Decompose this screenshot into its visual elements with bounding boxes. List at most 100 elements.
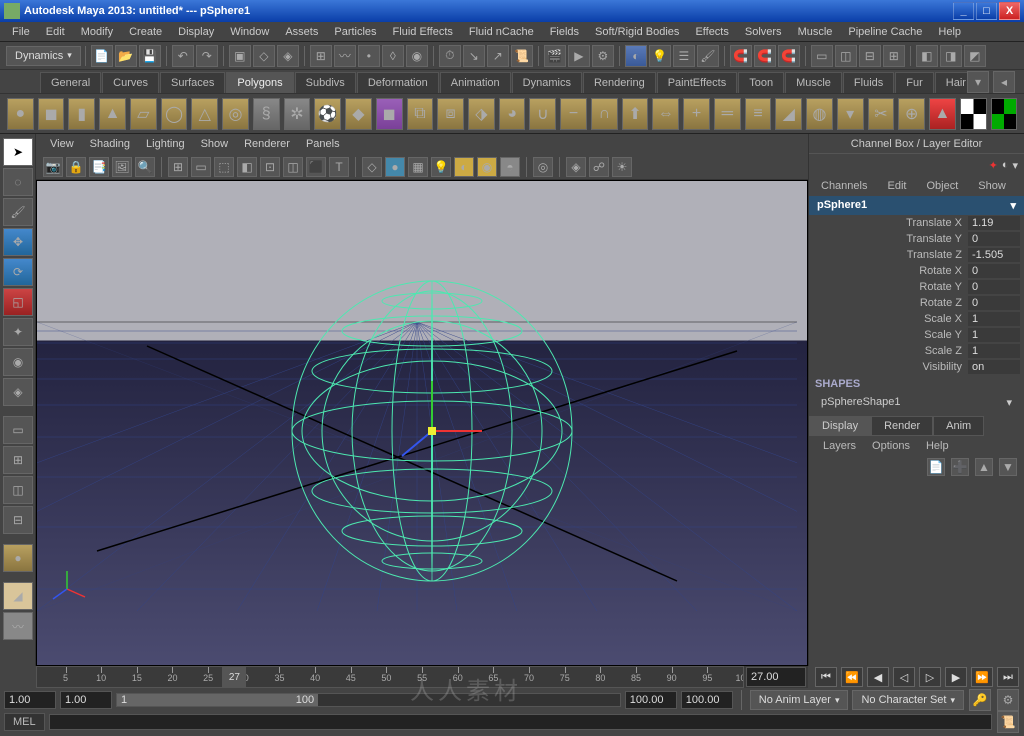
step-forward-key-icon[interactable]: ⏩ bbox=[971, 667, 993, 687]
menu-display[interactable]: Display bbox=[170, 24, 222, 40]
hypershade-icon[interactable]: ◐ bbox=[625, 45, 647, 67]
window-minimize-button[interactable]: _ bbox=[953, 2, 974, 20]
panel-layout-4-icon[interactable]: ⊞ bbox=[883, 45, 905, 67]
outliner-icon[interactable]: 〰 bbox=[3, 612, 33, 640]
layer-list[interactable] bbox=[809, 478, 1024, 578]
attr-row[interactable]: Visibilityon bbox=[809, 359, 1024, 375]
redo-icon[interactable]: ↷ bbox=[196, 45, 218, 67]
four-pane-layout-icon[interactable]: ⊞ bbox=[3, 446, 33, 474]
vpmenu-lighting[interactable]: Lighting bbox=[138, 136, 193, 152]
vpmenu-renderer[interactable]: Renderer bbox=[236, 136, 298, 152]
vp-hq-icon[interactable]: ◉ bbox=[477, 157, 497, 177]
cb-settings-icon[interactable]: ▾ bbox=[1012, 159, 1018, 172]
poly-cube-icon[interactable]: ◼ bbox=[38, 98, 65, 130]
soft-mod-tool-icon[interactable]: ◉ bbox=[3, 348, 33, 376]
vp-shaded-icon[interactable]: ● bbox=[385, 157, 405, 177]
vp-film-gate-icon[interactable]: ▭ bbox=[191, 157, 211, 177]
snap-grid-icon[interactable]: ⊞ bbox=[310, 45, 332, 67]
fill-hole-icon[interactable]: ◍ bbox=[806, 98, 833, 130]
menu-edit[interactable]: Edit bbox=[38, 24, 73, 40]
extrude-icon[interactable]: ⬆ bbox=[622, 98, 649, 130]
perspective-viewport[interactable] bbox=[36, 180, 808, 666]
layer-menu-help[interactable]: Help bbox=[918, 438, 957, 454]
select-tool-icon[interactable]: ➤ bbox=[3, 138, 33, 166]
range-slider[interactable]: 1100 bbox=[116, 693, 621, 707]
menu-particles[interactable]: Particles bbox=[326, 24, 384, 40]
range-start-outer-field[interactable] bbox=[4, 691, 56, 709]
attr-value[interactable]: 1 bbox=[968, 328, 1020, 342]
outputs-icon[interactable]: ↗ bbox=[487, 45, 509, 67]
menu-modify[interactable]: Modify bbox=[73, 24, 121, 40]
vp-resolution-gate-icon[interactable]: ⬚ bbox=[214, 157, 234, 177]
menu-pipelinecache[interactable]: Pipeline Cache bbox=[840, 24, 930, 40]
panel-layout-2-icon[interactable]: ◫ bbox=[835, 45, 857, 67]
vp-gate-mask-icon[interactable]: ◧ bbox=[237, 157, 257, 177]
vp-select-camera-icon[interactable]: 📷 bbox=[43, 157, 63, 177]
vp-joints-icon[interactable]: ☍ bbox=[589, 157, 609, 177]
vp-isolate-icon[interactable]: ◎ bbox=[533, 157, 553, 177]
vpmenu-show[interactable]: Show bbox=[193, 136, 237, 152]
magnet-z-icon[interactable]: 🧲 bbox=[778, 45, 800, 67]
vp-shadows-icon[interactable]: ◐ bbox=[454, 157, 474, 177]
play-forward-icon[interactable]: ▷ bbox=[919, 667, 941, 687]
paint-effects-icon[interactable]: 🖌 bbox=[697, 45, 719, 67]
snap-live-icon[interactable]: ◉ bbox=[406, 45, 428, 67]
menu-window[interactable]: Window bbox=[222, 24, 277, 40]
layer-down-icon[interactable]: ▼ bbox=[999, 458, 1017, 476]
vp-image-plane-icon[interactable]: 🖼 bbox=[112, 157, 132, 177]
attr-value[interactable]: 1.19 bbox=[968, 216, 1020, 230]
attr-row[interactable]: Scale Y1 bbox=[809, 327, 1024, 343]
snap-point-icon[interactable]: • bbox=[358, 45, 380, 67]
vp-lock-camera-icon[interactable]: 🔒 bbox=[66, 157, 86, 177]
two-pane-stack-layout-icon[interactable]: ⊟ bbox=[3, 506, 33, 534]
merge-icon[interactable]: ⊕ bbox=[898, 98, 925, 130]
shelf-tab-fluids[interactable]: Fluids bbox=[843, 72, 894, 93]
separate-icon[interactable]: ⧈ bbox=[437, 98, 464, 130]
bevel-icon[interactable]: ◢ bbox=[775, 98, 802, 130]
layer-tab-render[interactable]: Render bbox=[871, 416, 933, 436]
poly-gear-icon[interactable]: ✲ bbox=[284, 98, 311, 130]
attr-row[interactable]: Translate Z-1.505 bbox=[809, 247, 1024, 263]
two-pane-side-layout-icon[interactable]: ◫ bbox=[3, 476, 33, 504]
collapse-icon[interactable]: ▾ bbox=[837, 98, 864, 130]
menu-fluidncache[interactable]: Fluid nCache bbox=[461, 24, 542, 40]
shelf-tab-fur[interactable]: Fur bbox=[895, 72, 934, 93]
vp-exposure-icon[interactable]: ☀ bbox=[612, 157, 632, 177]
render-settings-icon[interactable]: ⚙ bbox=[592, 45, 614, 67]
vp-lights-icon[interactable]: 💡 bbox=[431, 157, 451, 177]
poly-pipe-icon[interactable]: ◎ bbox=[222, 98, 249, 130]
menu-softrigidbodies[interactable]: Soft/Rigid Bodies bbox=[587, 24, 687, 40]
current-frame-field[interactable] bbox=[746, 667, 806, 687]
vp-safe-title-icon[interactable]: ⬛ bbox=[306, 157, 326, 177]
layer-up-icon[interactable]: ▲ bbox=[975, 458, 993, 476]
attribute-editor-toggle-icon[interactable]: ◨ bbox=[940, 45, 962, 67]
poly-plane-icon[interactable]: ▱ bbox=[130, 98, 157, 130]
attr-value[interactable]: 0 bbox=[968, 264, 1020, 278]
axis-compass-icon[interactable]: ✦ bbox=[989, 159, 998, 172]
shelf-tab-deformation[interactable]: Deformation bbox=[357, 72, 439, 93]
construction-history-icon[interactable]: 📜 bbox=[511, 45, 533, 67]
attr-row[interactable]: Rotate Y0 bbox=[809, 279, 1024, 295]
range-start-inner-field[interactable] bbox=[60, 691, 112, 709]
poly-cylinder-icon[interactable]: ▮ bbox=[68, 98, 95, 130]
poly-torus-icon[interactable]: ◯ bbox=[161, 98, 188, 130]
soccer-ball-icon[interactable]: ⚽ bbox=[314, 98, 341, 130]
select-by-component-icon[interactable]: ◈ bbox=[277, 45, 299, 67]
rotate-tool-icon[interactable]: ⟳ bbox=[3, 258, 33, 286]
open-scene-icon[interactable]: 📂 bbox=[115, 45, 137, 67]
attr-value[interactable]: -1.505 bbox=[968, 248, 1020, 262]
cb-tab-show[interactable]: Show bbox=[968, 178, 1016, 194]
attr-value[interactable]: 0 bbox=[968, 296, 1020, 310]
step-forward-icon[interactable]: ▶ bbox=[945, 667, 967, 687]
time-ruler[interactable]: 5101520253035404550556065707580859095100… bbox=[36, 666, 744, 688]
shelf-tab-rendering[interactable]: Rendering bbox=[583, 72, 656, 93]
time-slider[interactable]: 5101520253035404550556065707580859095100… bbox=[36, 666, 808, 688]
attr-row[interactable]: Translate Y0 bbox=[809, 231, 1024, 247]
inputs-icon[interactable]: ↘ bbox=[463, 45, 485, 67]
poly-sphere-icon[interactable]: ● bbox=[7, 98, 34, 130]
module-selector-dropdown[interactable]: Dynamics bbox=[6, 46, 81, 66]
menu-effects[interactable]: Effects bbox=[687, 24, 736, 40]
vp-textured-icon[interactable]: ▦ bbox=[408, 157, 428, 177]
layer-tab-anim[interactable]: Anim bbox=[933, 416, 984, 436]
layer-new-icon[interactable]: 📄 bbox=[927, 458, 945, 476]
